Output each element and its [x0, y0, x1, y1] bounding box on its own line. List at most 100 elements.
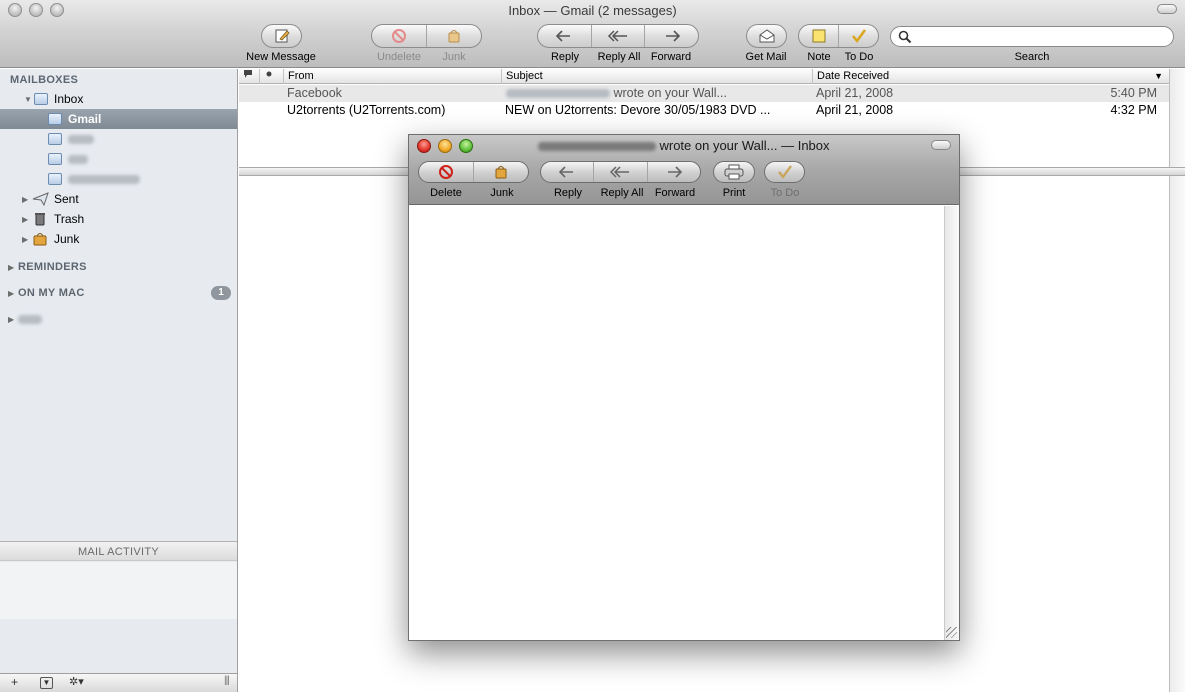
reply-label: Reply	[553, 187, 583, 199]
add-mailbox-button[interactable]: +	[11, 675, 18, 689]
sort-descending-icon: ▼	[1154, 71, 1163, 81]
redacted-label	[68, 154, 88, 164]
mailbox-sidebar: MAILBOXES ▼ Inbox Gmail ▶ Sent ▶ Trash ▶	[0, 69, 238, 692]
forward-button[interactable]	[645, 25, 698, 47]
column-unread[interactable]	[259, 69, 283, 84]
sidebar-bottom-bar: + ▼ ✲▾ |||	[0, 673, 237, 692]
sidebar-item-junk[interactable]: ▶ Junk	[0, 229, 237, 249]
sidebar-section-account[interactable]: ▶	[0, 309, 237, 329]
toolbar-toggle-button[interactable]	[931, 140, 951, 150]
disclosure-open-icon[interactable]: ▼	[24, 95, 34, 104]
sidebar-item-trash[interactable]: ▶ Trash	[0, 209, 237, 229]
search-input[interactable]	[890, 26, 1174, 47]
show-mailbox-menu-icon[interactable]: ▼	[40, 677, 53, 689]
reply-all-icon	[610, 166, 630, 178]
redacted-label	[68, 174, 140, 184]
message-body[interactable]	[409, 206, 944, 640]
gear-icon[interactable]: ✲▾	[69, 675, 84, 688]
message-scrollbar[interactable]	[944, 206, 959, 640]
checkmark-icon	[777, 165, 792, 179]
reply-all-button[interactable]	[592, 25, 646, 47]
disclosure-closed-icon[interactable]: ▶	[8, 289, 18, 298]
reply-button[interactable]	[541, 162, 595, 182]
note-button[interactable]	[799, 25, 839, 47]
mailbox-icon	[48, 153, 62, 165]
column-label: Date Received	[817, 70, 890, 82]
todo-button[interactable]	[764, 161, 805, 183]
forward-icon	[665, 30, 680, 42]
sidebar-item-label: Gmail	[68, 112, 102, 126]
reply-all-button[interactable]	[594, 162, 648, 182]
sidebar-item-label: Inbox	[54, 92, 84, 106]
reminders-header: REMINDERS	[18, 261, 87, 273]
junk-icon	[33, 233, 47, 246]
reply-button[interactable]	[538, 25, 592, 47]
checkmark-icon	[851, 29, 866, 44]
sidebar-item-account[interactable]	[0, 129, 237, 149]
reply-icon	[556, 30, 571, 42]
mail-activity-header[interactable]: MAIL ACTIVITY	[0, 541, 237, 561]
redacted-label	[68, 134, 94, 144]
print-button[interactable]	[713, 161, 755, 183]
sidebar-item-label: Junk	[54, 232, 80, 246]
delete-button[interactable]	[419, 162, 474, 182]
todo-label: To Do	[770, 187, 800, 199]
mailbox-icon	[48, 173, 62, 185]
disclosure-closed-icon[interactable]: ▶	[22, 235, 32, 244]
note-icon	[812, 29, 825, 43]
sidebar-resize-handle[interactable]: |||	[224, 675, 230, 686]
junk-label: Junk	[442, 51, 466, 63]
sidebar-item-sent[interactable]: ▶ Sent	[0, 189, 237, 209]
new-message-button[interactable]	[261, 24, 302, 48]
table-row[interactable]: Facebook wrote on your Wall... April 21,…	[239, 85, 1169, 102]
window-title: Inbox — Gmail (2 messages)	[508, 3, 677, 18]
sidebar-section-reminders[interactable]: ▶ REMINDERS	[0, 257, 237, 277]
get-mail-label: Get Mail	[745, 51, 787, 63]
sidebar-item-account[interactable]	[0, 169, 237, 189]
inbox-icon	[34, 93, 48, 105]
from-cell: Facebook	[287, 86, 342, 100]
sidebar-item-account[interactable]	[0, 149, 237, 169]
disclosure-closed-icon[interactable]: ▶	[22, 215, 32, 224]
column-subject[interactable]: Subject	[501, 69, 812, 84]
search-icon	[898, 30, 912, 44]
compose-icon	[275, 29, 290, 43]
print-label: Print	[722, 187, 746, 199]
disclosure-closed-icon[interactable]: ▶	[8, 315, 18, 324]
forward-button[interactable]	[648, 162, 700, 182]
reply-group	[537, 24, 699, 48]
main-toolbar: Inbox — Gmail (2 messages) New Message U…	[0, 0, 1185, 68]
forward-icon	[667, 166, 682, 178]
get-mail-button[interactable]	[746, 24, 787, 48]
toolbar-toggle-button[interactable]	[1157, 4, 1177, 14]
note-todo-group	[798, 24, 879, 48]
junk-icon	[495, 166, 507, 179]
note-label: Note	[807, 51, 831, 63]
title-text: wrote on your Wall... — Inbox	[659, 138, 830, 153]
search-label: Search	[1014, 51, 1050, 63]
sidebar-item-gmail[interactable]: Gmail	[0, 109, 237, 129]
unread-dot-icon	[266, 71, 272, 77]
disclosure-closed-icon[interactable]: ▶	[8, 263, 18, 272]
sidebar-section-on-my-mac[interactable]: ▶ ON MY MAC 1	[0, 283, 237, 303]
reply-label: Reply	[550, 51, 580, 63]
get-mail-icon	[759, 29, 774, 43]
undelete-button[interactable]	[372, 25, 427, 47]
reply-all-label: Reply All	[600, 187, 644, 199]
column-date-received[interactable]: Date Received ▼	[812, 69, 1169, 84]
junk-button[interactable]	[427, 25, 481, 47]
mailbox-icon	[48, 133, 62, 145]
sidebar-item-label: Sent	[54, 192, 79, 206]
column-comment-icon[interactable]	[239, 69, 259, 84]
disclosure-closed-icon[interactable]: ▶	[22, 195, 32, 204]
sidebar-item-inbox[interactable]: ▼ Inbox	[0, 89, 237, 109]
subject-cell: wrote on your Wall...	[506, 85, 727, 102]
junk-button[interactable]	[474, 162, 528, 182]
table-row[interactable]: U2torrents (U2Torrents.com) NEW on U2tor…	[239, 102, 1169, 119]
resize-grip-icon[interactable]	[946, 627, 957, 638]
todo-button[interactable]	[839, 25, 878, 47]
column-from[interactable]: From	[283, 69, 501, 84]
vertical-scrollbar[interactable]	[1169, 69, 1185, 692]
time-cell: 5:40 PM	[1110, 86, 1157, 100]
message-window-title: wrote on your Wall... — Inbox	[409, 138, 959, 153]
